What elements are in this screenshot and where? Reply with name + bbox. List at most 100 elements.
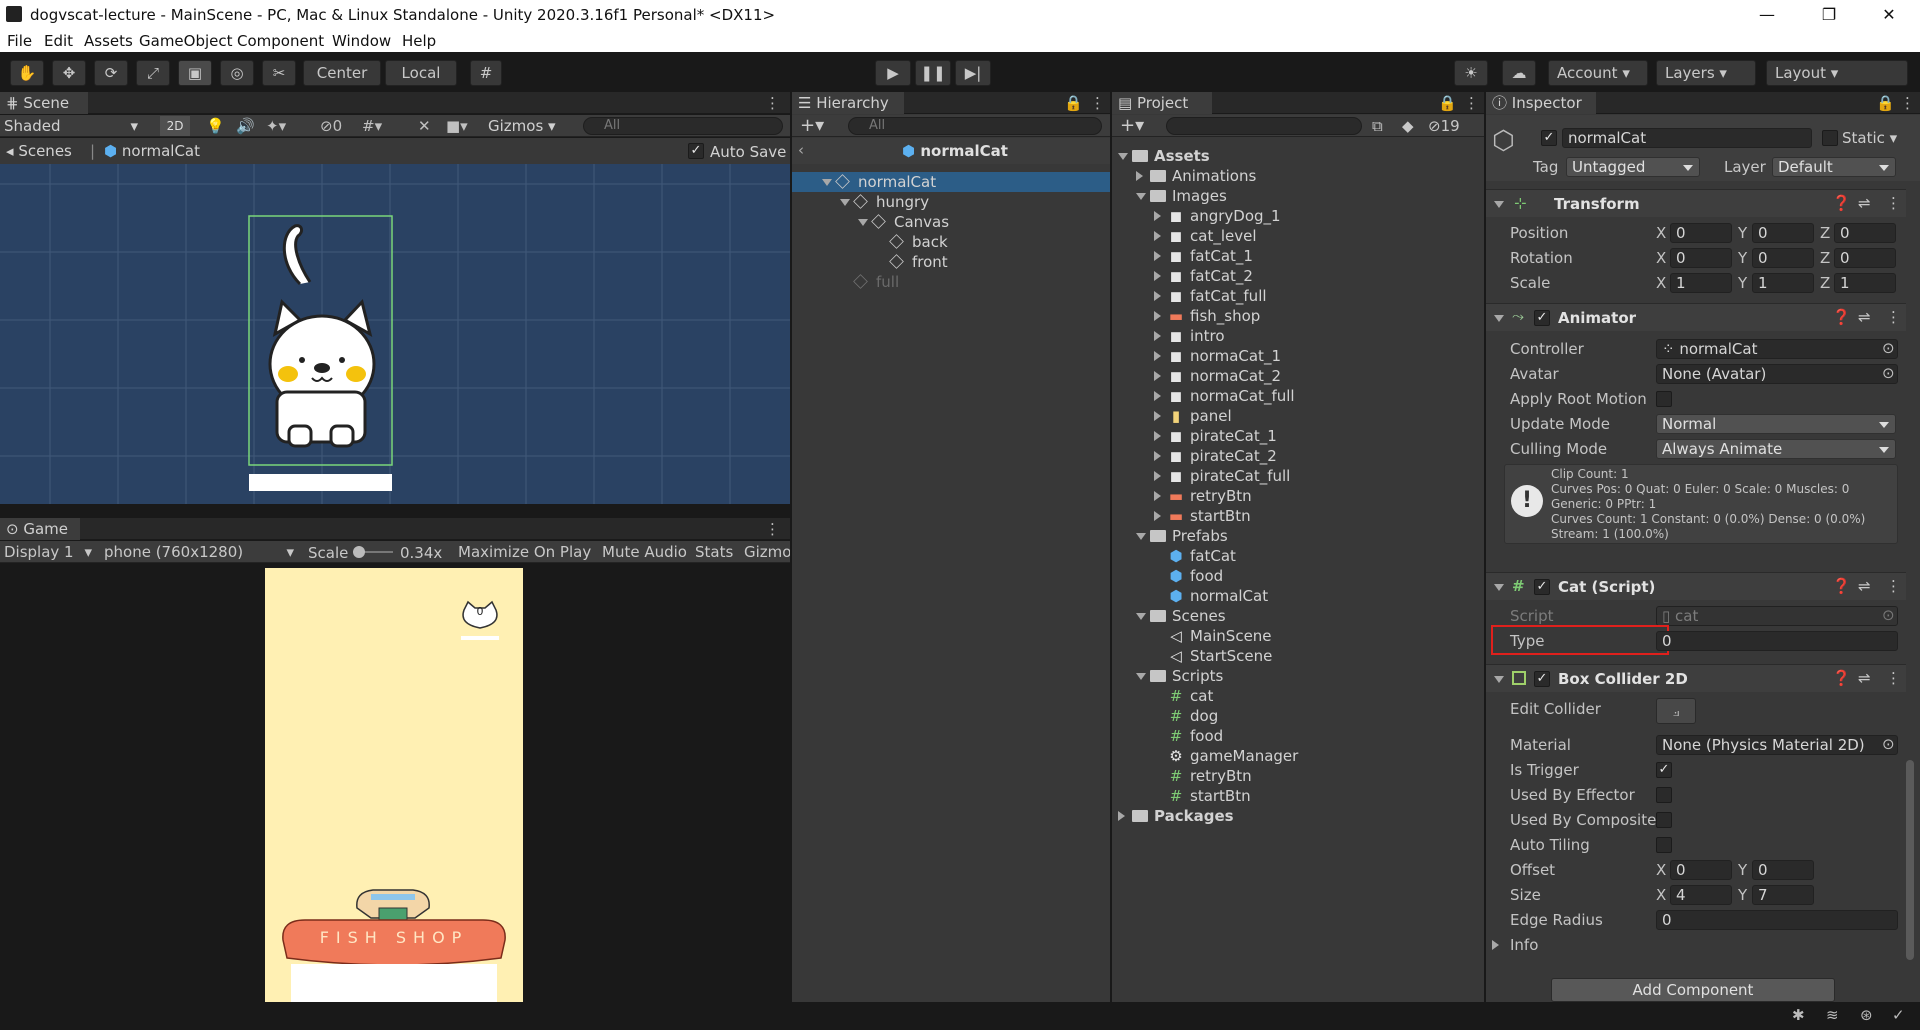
project-item[interactable]: # dog (1112, 706, 1484, 726)
project-item[interactable]: ▬ fish_shop (1112, 306, 1484, 326)
tab-game[interactable]: ⊙ Game (0, 518, 80, 540)
layer-dropdown[interactable]: Default (1772, 157, 1896, 177)
presets-icon[interactable]: ⇌ (1858, 194, 1871, 212)
project-item[interactable]: ◼ fatCat_full (1112, 286, 1484, 306)
project-item[interactable]: ◼ normaCat_2 (1112, 366, 1484, 386)
menu-component[interactable]: Component (237, 32, 324, 50)
maximize-on-play-toggle[interactable]: Maximize On Play (458, 543, 591, 561)
project-item[interactable]: ◼ pirateCat_full (1112, 466, 1484, 486)
collider-help-icon[interactable]: ❓ (1832, 669, 1851, 687)
pause-button[interactable]: ❚❚ (915, 60, 951, 86)
close-button[interactable]: ✕ (1860, 0, 1918, 30)
cat-menu-icon[interactable]: ⋮ (1886, 577, 1901, 595)
prefab-breadcrumb[interactable]: ⬢ normalCat (104, 142, 200, 160)
project-item[interactable]: ◁ StartScene (1112, 646, 1484, 666)
resolution-dropdown[interactable]: phone (760x1280) ▾ (104, 543, 298, 561)
used-by-effector-checkbox[interactable] (1656, 787, 1672, 803)
box-collider-enabled-checkbox[interactable]: ✓ (1534, 671, 1550, 687)
project-item[interactable]: ◼ pirateCat_2 (1112, 446, 1484, 466)
controller-field[interactable]: ⁘ normalCat (1656, 339, 1898, 359)
2d-toggle-button[interactable]: 2D (160, 116, 190, 136)
material-picker-icon[interactable]: ⊙ (1882, 735, 1895, 753)
cat-presets-icon[interactable]: ⇌ (1858, 577, 1871, 595)
project-item[interactable]: ◁ MainScene (1112, 626, 1484, 646)
create-button[interactable]: +▾ (800, 115, 824, 136)
play-button[interactable]: ▶ (875, 60, 911, 86)
menu-gameobject[interactable]: GameObject (139, 32, 233, 50)
rotation-x-field[interactable]: 0 (1670, 248, 1732, 268)
size-x-field[interactable]: 4 (1670, 885, 1732, 905)
inspector-more-icon[interactable]: ⋮ (1900, 94, 1915, 112)
cat-script-enabled-checkbox[interactable]: ✓ (1534, 579, 1550, 595)
project-item[interactable]: ⚙ gameManager (1112, 746, 1484, 766)
cloud-icon[interactable]: ☁ (1502, 60, 1536, 86)
project-search-input[interactable] (1166, 117, 1362, 135)
is-trigger-checkbox[interactable]: ✓ (1656, 762, 1672, 778)
lighting-icon[interactable]: 💡 (206, 117, 225, 135)
project-item[interactable]: # food (1112, 726, 1484, 746)
animator-menu-icon[interactable]: ⋮ (1886, 308, 1901, 326)
back-arrow-icon[interactable]: ‹ (798, 141, 804, 159)
rotate-tool-icon[interactable]: ⟳ (94, 60, 128, 86)
controller-picker-icon[interactable]: ⊙ (1882, 339, 1895, 357)
project-more-icon[interactable]: ⋮ (1464, 94, 1479, 112)
project-item[interactable]: ◼ normaCat_full (1112, 386, 1484, 406)
hand-tool-icon[interactable]: ✋ (10, 60, 44, 86)
auto-save-checkbox[interactable]: ✓ (688, 143, 704, 159)
component-menu-icon[interactable]: ⋮ (1886, 194, 1901, 212)
project-item[interactable]: ◼ angryDog_1 (1112, 206, 1484, 226)
position-z-field[interactable]: 0 (1834, 223, 1896, 243)
tag-dropdown[interactable]: Untagged (1566, 157, 1700, 177)
scenes-breadcrumb-link[interactable]: ◂ Scenes (6, 142, 72, 160)
game-view[interactable]: 0 FISH SHOP (0, 564, 790, 1002)
menu-help[interactable]: Help (402, 32, 436, 50)
hierarchy-item[interactable]: back (792, 232, 1110, 252)
maximize-button[interactable]: ❐ (1800, 0, 1858, 30)
hierarchy-item[interactable]: Canvas (792, 212, 1110, 232)
size-y-field[interactable]: 7 (1752, 885, 1814, 905)
filter-label-icon[interactable]: ◆ (1402, 117, 1414, 135)
filter-type-icon[interactable]: ⧉ (1372, 117, 1383, 135)
collider-info-foldout[interactable]: Info (1510, 936, 1538, 954)
animator-header[interactable]: ⤳ ✓ Animator ❓ ⇌ ⋮ (1486, 303, 1906, 331)
hierarchy-item[interactable]: full (792, 272, 1110, 292)
project-item[interactable]: ◼ cat_level (1112, 226, 1484, 246)
project-item[interactable]: ▬ retryBtn (1112, 486, 1484, 506)
position-x-field[interactable]: 0 (1670, 223, 1732, 243)
inspector-scrollbar[interactable] (1906, 760, 1914, 960)
cat-help-icon[interactable]: ❓ (1832, 577, 1851, 595)
layers-dropdown[interactable]: Layers ▾ (1656, 60, 1756, 86)
stats-toggle[interactable]: Stats (695, 543, 733, 561)
account-dropdown[interactable]: Account ▾ (1548, 60, 1648, 86)
project-lock-icon[interactable]: 🔒 (1438, 94, 1457, 112)
progress-icon[interactable]: ≋ (1826, 1006, 1839, 1024)
debug-mode-icon[interactable]: ✱ (1792, 1006, 1805, 1024)
rect-tool-icon[interactable]: ▣ (178, 60, 212, 86)
material-field[interactable]: None (Physics Material 2D) (1656, 735, 1898, 755)
scale-slider[interactable] (353, 546, 393, 558)
scene-viewport[interactable] (0, 164, 790, 504)
collider-menu-icon[interactable]: ⋮ (1886, 669, 1901, 687)
project-item[interactable]: # startBtn (1112, 786, 1484, 806)
game-gizmos-toggle[interactable]: Gizmo (744, 543, 790, 561)
menu-window[interactable]: Window (332, 32, 391, 50)
box-collider-header[interactable]: ✓ Box Collider 2D ❓ ⇌ ⋮ (1486, 664, 1906, 692)
hierarchy-item[interactable]: hungry (792, 192, 1110, 212)
project-item[interactable]: ◼ fatCat_2 (1112, 266, 1484, 286)
offset-y-field[interactable]: 0 (1752, 860, 1814, 880)
project-item[interactable]: ◼ normaCat_1 (1112, 346, 1484, 366)
tools-icon[interactable]: ✕ (418, 117, 431, 135)
tab-inspector[interactable]: ⓘ Inspector (1486, 92, 1596, 114)
animator-help-icon[interactable]: ❓ (1832, 308, 1851, 326)
menu-edit[interactable]: Edit (44, 32, 73, 50)
hidden-packages-icon[interactable]: ⊘19 (1428, 117, 1460, 135)
hidden-objects-icon[interactable]: ⊘0 (320, 117, 342, 135)
project-item[interactable]: Scenes (1112, 606, 1484, 626)
active-checkbox[interactable]: ✓ (1541, 130, 1557, 146)
project-item[interactable]: Animations (1112, 166, 1484, 186)
project-item[interactable]: Scripts (1112, 666, 1484, 686)
pivot-local-button[interactable]: Local (385, 60, 457, 86)
collider-presets-icon[interactable]: ⇌ (1858, 669, 1871, 687)
project-item[interactable]: Images (1112, 186, 1484, 206)
project-item[interactable]: ◼ intro (1112, 326, 1484, 346)
